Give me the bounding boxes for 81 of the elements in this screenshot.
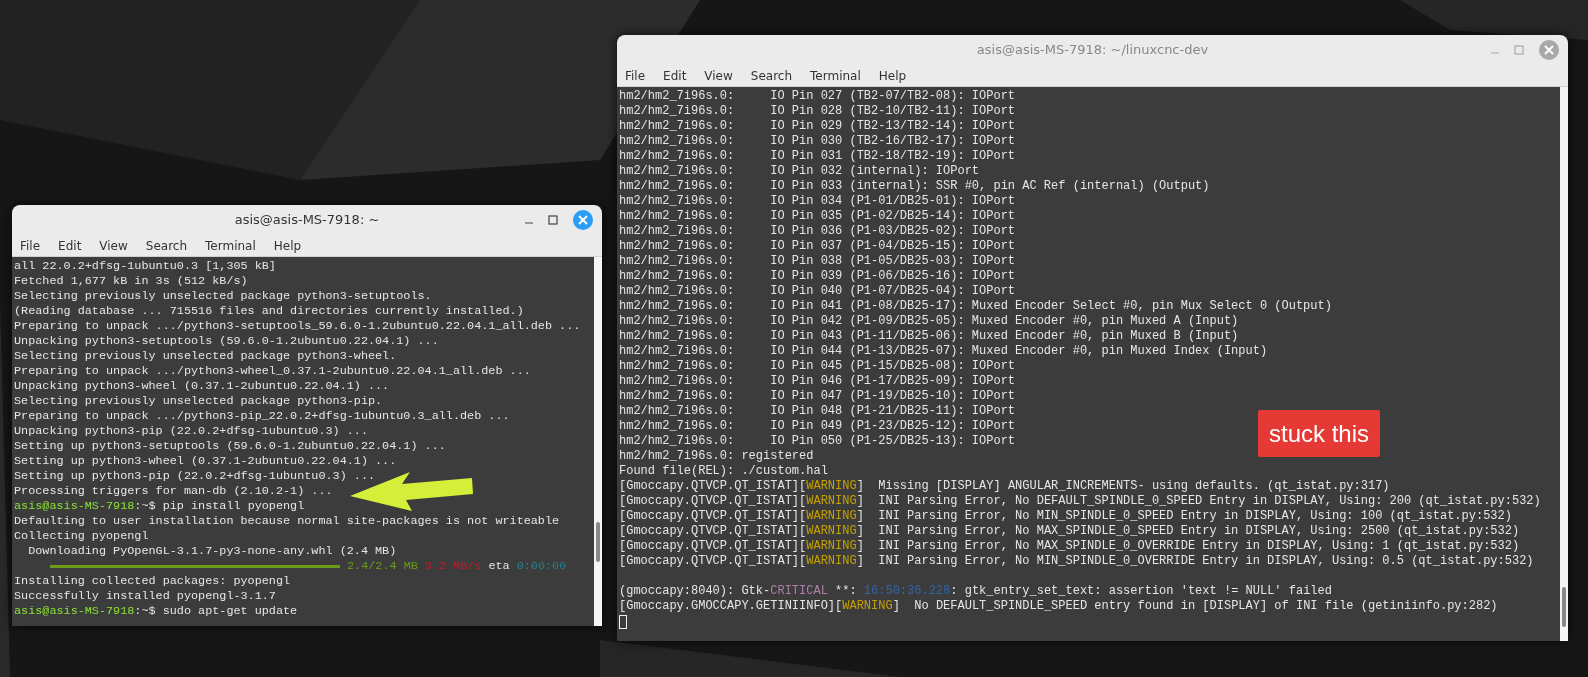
menu-item[interactable]: Terminal <box>205 236 256 255</box>
scrollbar-thumb[interactable] <box>1562 587 1566 627</box>
terminal-line: hm2/hm2_7i96s.0: IO Pin 029 (TB2-13/TB2-14): IOPort <box>619 119 1016 134</box>
menu-item[interactable]: Help <box>273 236 302 255</box>
menu-item[interactable]: File <box>625 66 646 85</box>
terminal-line: Preparing to unpack .../python3-pip_22.0.2+dfsg-1ubuntu0.3_all.deb ... <box>14 409 510 424</box>
terminal-line: hm2/hm2_7i96s.0: IO Pin 028 (TB2-10/TB2-11): IOPort <box>619 104 1016 119</box>
terminal-line: hm2/hm2_7i96s.0: IO Pin 047 (P1-19/DB25-10): IOPort <box>619 389 1016 404</box>
annotation-label: stuck this <box>1258 410 1381 457</box>
terminal-line: Installing collected packages: pyopengl <box>14 574 291 589</box>
terminal-line: [Gmoccapy.QTVCP.QT_ISTAT][WARNING] Missing [DISPLAY] ANGULAR_INCREMENTS- using defaults. (qt_istat.py:317) <box>619 479 1390 494</box>
menu-item[interactable]: File <box>20 236 41 255</box>
terminal-line: Defaulting to user installation because normal site-packages is not writeable <box>14 514 560 529</box>
terminal-line: hm2/hm2_7i96s.0: IO Pin 039 (P1-06/DB25-16): IOPort <box>619 269 1016 284</box>
progress-text: 3.2 MB/s <box>424 557 482 575</box>
terminal-line: (gmoccapy:8040): Gtk-CRITICAL **: 16:50:36.228: gtk_entry_set_text: assertion 'text != NULL' failed <box>619 584 1332 599</box>
terminal-line: Found file(REL): ./custom.hal <box>619 464 828 479</box>
terminal-line: hm2/hm2_7i96s.0: IO Pin 041 (P1-08/DB25-17): Muxed Encoder Select #0, pin Mux Select 0 (Output) <box>619 299 1332 314</box>
menu-item[interactable]: Edit <box>58 236 82 255</box>
terminal-line: (Reading database ... 715516 files and directories currently installed.) <box>14 304 524 319</box>
progress-text: 0:00:00 <box>516 557 567 575</box>
terminal-line: Preparing to unpack .../python3-setuptools_59.6.0-1.2ubuntu0.22.04.1_all.deb ... <box>14 319 581 334</box>
terminal-line: [Gmoccapy.GMOCCAPY.GETINIINFO][WARNING] No DEFAULT_SPINDLE_SPEED entry found in [DISPLAY] of INI file (getiniinfo.py:282) <box>619 599 1498 614</box>
terminal-line: Selecting previously unselected package python3-setuptools. <box>14 289 432 304</box>
menu-item[interactable]: View <box>704 66 733 85</box>
terminal-line: Preparing to unpack .../python3-wheel_0.37.1-2ubuntu0.22.04.1_all.deb ... <box>14 364 531 379</box>
menu-item[interactable]: Terminal <box>810 66 861 85</box>
terminal-line: asis@asis-MS-7918:~$ pip install pyopengl <box>14 499 305 514</box>
menu-item[interactable]: View <box>99 236 128 255</box>
terminal-line: Unpacking python3-pip (22.0.2+dfsg-1ubuntu0.3) ... <box>14 424 368 439</box>
terminal-line: hm2/hm2_7i96s.0: IO Pin 045 (P1-15/DB25-08): IOPort <box>619 359 1016 374</box>
terminal-line: Setting up python3-setuptools (59.6.0-1.2ubuntu0.22.04.1) ... <box>14 439 446 454</box>
terminal-line: [Gmoccapy.QTVCP.QT_ISTAT][WARNING] INI Parsing Error, No MAX_SPINDLE_0_SPEED Entry in DISPLAY, Using: 2500 (qt_istat.py:532) <box>619 524 1520 539</box>
terminal-line: Fetched 1,677 kB in 3s (512 kB/s) <box>14 274 248 289</box>
terminal-line: Unpacking python3-wheel (0.37.1-2ubuntu0.22.04.1) ... <box>14 379 390 394</box>
terminal-line: hm2/hm2_7i96s.0: IO Pin 048 (P1-21/DB25-11): IOPort <box>619 404 1016 419</box>
terminal-line: hm2/hm2_7i96s.0: IO Pin 044 (P1-13/DB25-07): Muxed Encoder #0, pin Muxed Index (Input) <box>619 344 1268 359</box>
terminal-line: Downloading PyOpenGL-3.1.7-py3-none-any.whl (2.4 MB) <box>27 544 397 559</box>
terminal-line: hm2/hm2_7i96s.0: IO Pin 038 (P1-05/DB25-03): IOPort <box>619 254 1016 269</box>
terminal-line: hm2/hm2_7i96s.0: registered <box>619 449 814 464</box>
terminal-line: hm2/hm2_7i96s.0: IO Pin 034 (P1-01/DB25-01): IOPort <box>619 194 1016 209</box>
terminal-line: [Gmoccapy.QTVCP.QT_ISTAT][WARNING] INI Parsing Error, No MIN_SPINDLE_0_OVERRIDE Entry in DISPLAY, Using: 0.5 (qt_istat.py:532) <box>619 554 1534 569</box>
terminal-line: hm2/hm2_7i96s.0: IO Pin 030 (TB2-16/TB2-17): IOPort <box>619 134 1016 149</box>
terminal-line: hm2/hm2_7i96s.0: IO Pin 027 (TB2-07/TB2-08): IOPort <box>619 89 1016 104</box>
menu-item[interactable]: Search <box>750 66 793 85</box>
terminal-line: hm2/hm2_7i96s.0: IO Pin 037 (P1-04/DB25-15): IOPort <box>619 239 1016 254</box>
terminal-line: Selecting previously unselected package python3-wheel. <box>14 349 397 364</box>
window-title: asis@asis-MS-7918: ~ <box>234 211 380 230</box>
terminal-line: hm2/hm2_7i96s.0: IO Pin 046 (P1-17/DB25-09): IOPort <box>619 374 1016 389</box>
terminal-line: hm2/hm2_7i96s.0: IO Pin 042 (P1-09/DB25-05): Muxed Encoder #0, pin Muxed A (Input) <box>619 314 1239 329</box>
menu-item[interactable]: Edit <box>663 66 687 85</box>
terminal-line: hm2/hm2_7i96s.0: IO Pin 032 (internal): IOPort <box>619 164 980 179</box>
terminal-line: Successfully installed pyopengl-3.1.7 <box>14 589 276 604</box>
close-icon[interactable] <box>572 209 594 231</box>
scrollbar-thumb[interactable] <box>596 522 600 562</box>
terminal-line: Setting up python3-pip (22.0.2+dfsg-1ubuntu0.3) ... <box>14 469 376 484</box>
menu-item[interactable]: Help <box>878 66 907 85</box>
terminal-line: Setting up python3-wheel (0.37.1-2ubuntu0.22.04.1) ... <box>14 454 397 469</box>
terminal-line: [Gmoccapy.QTVCP.QT_ISTAT][WARNING] INI Parsing Error, No MIN_SPINDLE_0_SPEED Entry in DISPLAY, Using: 100 (qt_istat.py:532) <box>619 509 1512 524</box>
terminal-line: [Gmoccapy.QTVCP.QT_ISTAT][WARNING] INI Parsing Error, No MAX_SPINDLE_0_OVERRIDE Entry in DISPLAY, Using: 1 (qt_istat.py:532) <box>619 539 1520 554</box>
close-icon[interactable] <box>1538 39 1560 61</box>
terminal-line: Collecting pyopengl <box>14 529 149 544</box>
terminal-line: hm2/hm2_7i96s.0: IO Pin 035 (P1-02/DB25-14): IOPort <box>619 209 1016 224</box>
maximize-icon[interactable] <box>548 215 558 225</box>
terminal-line: Unpacking python3-setuptools (59.6.0-1.2ubuntu0.22.04.1) ... <box>14 334 439 349</box>
progress-text: 2.4/2.4 MB <box>347 557 418 575</box>
terminal-line: Selecting previously unselected package python3-pip. <box>14 394 383 409</box>
window-title: asis@asis-MS-7918: ~/linuxcnc-dev <box>976 41 1209 60</box>
terminal-line: hm2/hm2_7i96s.0: IO Pin 036 (P1-03/DB25-02): IOPort <box>619 224 1016 239</box>
terminal-line: [Gmoccapy.QTVCP.QT_ISTAT][WARNING] INI Parsing Error, No DEFAULT_SPINDLE_0_SPEED Entry in DISPLAY, Using: 200 (qt_istat.py:532) <box>619 494 1541 509</box>
terminal-line: asis@asis-MS-7918:~$ sudo apt-get update <box>14 604 298 619</box>
terminal-line: hm2/hm2_7i96s.0: IO Pin 043 (P1-11/DB25-06): Muxed Encoder #0, pin Muxed B (Input) <box>619 329 1239 344</box>
progress-text: eta <box>488 557 510 575</box>
terminal-line: hm2/hm2_7i96s.0: IO Pin 049 (P1-23/DB25-12): IOPort <box>619 419 1016 434</box>
menu-item[interactable]: Search <box>145 236 188 255</box>
terminal-line: hm2/hm2_7i96s.0: IO Pin 050 (P1-25/DB25-13): IOPort <box>619 434 1016 449</box>
terminal-line: hm2/hm2_7i96s.0: IO Pin 031 (TB2-18/TB2-19): IOPort <box>619 149 1016 164</box>
terminal-line: Processing triggers for man-db (2.10.2-1) ... <box>14 484 333 499</box>
terminal-line: hm2/hm2_7i96s.0: IO Pin 040 (P1-07/DB25-04): IOPort <box>619 284 1016 299</box>
terminal-line: all 22.0.2+dfsg-1ubuntu0.3 [1,305 kB] <box>14 259 276 274</box>
terminal-line: hm2/hm2_7i96s.0: IO Pin 033 (internal): SSR #0, pin AC Ref (internal) (Output) <box>619 179 1210 194</box>
